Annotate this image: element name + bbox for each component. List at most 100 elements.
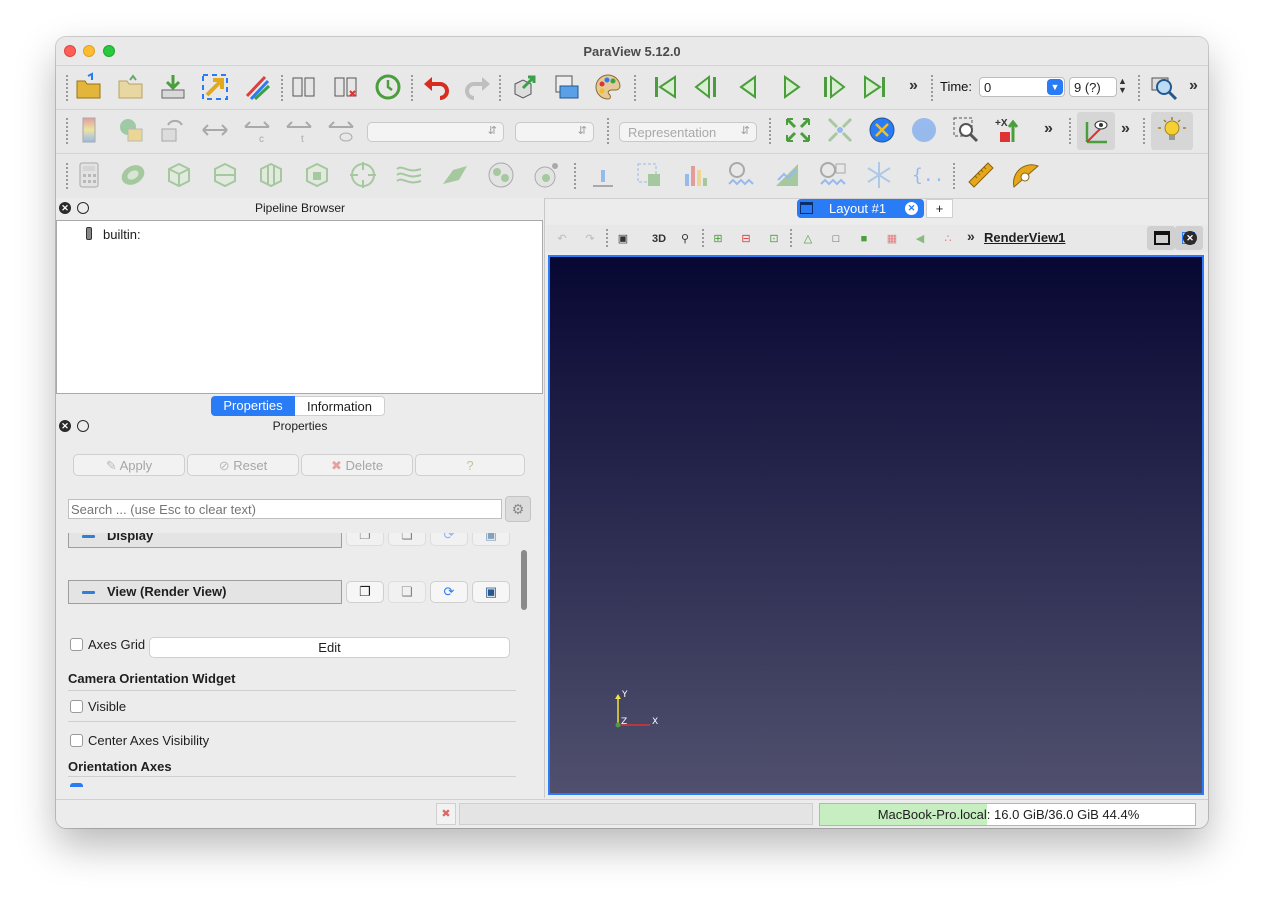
group-datasets-icon[interactable]	[486, 160, 516, 190]
first-frame-icon[interactable]	[650, 72, 680, 102]
maximize-view-button[interactable]	[1149, 226, 1175, 250]
toolbar-grip[interactable]	[66, 118, 70, 144]
toolbar-grip[interactable]	[702, 229, 706, 247]
tab-information[interactable]: Information	[295, 396, 385, 416]
plot-data-icon[interactable]	[772, 160, 802, 190]
splitter[interactable]	[544, 198, 545, 798]
toolbar-grip[interactable]	[790, 229, 794, 247]
toolbar-overflow-icon[interactable]: »	[1044, 120, 1053, 138]
reload-icon[interactable]: ⟳	[430, 581, 468, 603]
zoom-to-box-icon[interactable]	[951, 115, 981, 145]
timestep-input[interactable]: 9 (?)	[1069, 77, 1117, 97]
save-state-icon[interactable]	[331, 72, 361, 102]
select-frustum-icon[interactable]: △	[798, 229, 818, 249]
zoom-icon[interactable]: ⚲	[675, 229, 695, 249]
toolbar-grip[interactable]	[634, 75, 638, 101]
close-icon[interactable]: ✕	[905, 202, 918, 215]
undo-icon[interactable]	[421, 72, 451, 102]
tab-layout-1[interactable]: Layout #1 ✕	[797, 199, 924, 218]
toolbar-grip[interactable]	[931, 75, 935, 101]
gear-icon[interactable]: ⚙	[505, 496, 531, 522]
select-polygon-icon[interactable]: ▦	[882, 229, 902, 249]
protractor-icon[interactable]	[1011, 160, 1041, 190]
edit-button[interactable]: Edit	[149, 637, 510, 658]
python-filter-icon[interactable]: {...}	[910, 160, 940, 190]
slice-icon[interactable]	[210, 160, 240, 190]
reset-camera-icon[interactable]	[783, 115, 813, 145]
toolbar-grip[interactable]	[607, 118, 611, 144]
hover-points-icon[interactable]: ∴	[938, 229, 958, 249]
save-data-icon[interactable]	[158, 72, 188, 102]
open-folder-icon[interactable]	[74, 72, 104, 102]
copy-icon[interactable]: ❐	[346, 533, 384, 546]
glyph-icon[interactable]	[348, 160, 378, 190]
rescale-custom-c-icon[interactable]: c	[242, 115, 272, 145]
toolbar-overflow-icon[interactable]: »	[909, 77, 918, 95]
screenshot-icon[interactable]	[551, 72, 581, 102]
next-frame-icon[interactable]	[818, 72, 848, 102]
camera-icon[interactable]: ▣	[613, 229, 633, 249]
paste-icon[interactable]: ❏	[388, 581, 426, 603]
toolbar-grip[interactable]	[574, 163, 578, 189]
memory-usage-bar[interactable]: MacBook-Pro.local: 16.0 GiB/36.0 GiB 44.…	[819, 803, 1196, 826]
copy-icon[interactable]: ❐	[346, 581, 384, 603]
3d-toggle-button[interactable]: 3D	[647, 229, 671, 249]
recent-files-icon[interactable]	[116, 72, 146, 102]
zoom-closest-icon[interactable]	[867, 115, 897, 145]
render-view[interactable]: Y Z X	[548, 255, 1204, 795]
toolbar-grip[interactable]	[411, 75, 415, 101]
deselect-icon[interactable]: ⊟	[736, 229, 756, 249]
ruler-icon[interactable]	[966, 160, 996, 190]
interactive-select-icon[interactable]: ◀	[910, 229, 930, 249]
toolbar-grip[interactable]	[1069, 118, 1073, 144]
section-display[interactable]: Display	[68, 533, 342, 548]
select-block-icon[interactable]: ■	[854, 229, 874, 249]
threshold-icon[interactable]	[256, 160, 286, 190]
probe-line-icon[interactable]	[588, 160, 618, 190]
toolbar-grip[interactable]	[769, 118, 773, 144]
center-data-icon[interactable]	[909, 115, 939, 145]
toolbar-grip[interactable]	[1143, 118, 1147, 144]
properties-scrollbar[interactable]	[521, 550, 527, 610]
play-backward-icon[interactable]	[734, 72, 764, 102]
redo-icon[interactable]	[463, 72, 493, 102]
visible-checkbox[interactable]	[70, 700, 83, 713]
edit-colormap-icon[interactable]	[116, 115, 146, 145]
rescale-custom-icon[interactable]	[200, 115, 230, 145]
render-view-title[interactable]: RenderView1	[984, 230, 1065, 245]
previous-frame-icon[interactable]	[692, 72, 722, 102]
toolbar-overflow-icon[interactable]: »	[967, 228, 975, 244]
pipeline-item-builtin[interactable]: builtin:	[103, 227, 141, 242]
interaction-mode-button[interactable]	[1077, 112, 1115, 150]
float-panel-icon[interactable]	[77, 202, 89, 214]
rescale-temporal-icon[interactable]: t	[284, 115, 314, 145]
time-plot-icon[interactable]	[818, 160, 848, 190]
toolbar-grip[interactable]	[606, 229, 610, 247]
toolbar-overflow-icon[interactable]: »	[1189, 77, 1198, 95]
find-data-icon[interactable]	[509, 72, 539, 102]
calculator-icon[interactable]	[74, 160, 104, 190]
color-legend-icon[interactable]	[74, 115, 104, 145]
search-input[interactable]	[68, 499, 502, 519]
save-icon[interactable]: ▣	[472, 533, 510, 546]
snowflake-icon[interactable]	[864, 160, 894, 190]
select-points-icon[interactable]: ⊡	[764, 229, 784, 249]
color-palette-icon[interactable]	[593, 72, 623, 102]
axes-grid-checkbox[interactable]	[70, 638, 83, 651]
last-frame-icon[interactable]	[860, 72, 890, 102]
reload-icon[interactable]: ⟳	[430, 533, 468, 546]
variable-combo[interactable]: ⇵	[367, 122, 504, 142]
reset-session-icon[interactable]	[373, 72, 403, 102]
apply-button[interactable]: ✎ Apply	[73, 454, 185, 476]
delete-button[interactable]: ✖ Delete	[301, 454, 413, 476]
extract-level-icon[interactable]	[532, 160, 562, 190]
close-view-icon[interactable]: ✕	[1183, 231, 1197, 245]
select-box-icon[interactable]: □	[826, 229, 846, 249]
stream-tracer-icon[interactable]	[394, 160, 424, 190]
toolbar-grip[interactable]	[953, 163, 957, 189]
toolbar-grip[interactable]	[66, 163, 70, 189]
paste-icon[interactable]: ❏	[388, 533, 426, 546]
load-state-icon[interactable]	[289, 72, 319, 102]
rescale-visible-icon[interactable]	[326, 115, 356, 145]
clip-icon[interactable]	[164, 160, 194, 190]
